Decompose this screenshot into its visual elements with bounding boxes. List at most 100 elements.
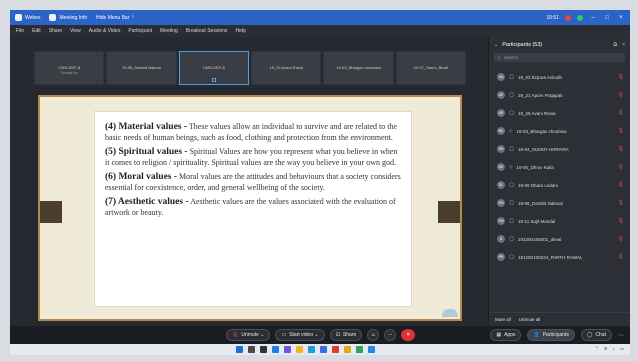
meeting-info-button[interactable]: Meeting Info (49, 14, 87, 21)
resize-handle-icon[interactable] (211, 78, 216, 82)
search-icon: ⌕ (498, 54, 501, 61)
avatar: SM (497, 217, 505, 225)
search-icon[interactable] (248, 346, 255, 353)
device-icon: ◯ (509, 92, 515, 97)
person-icon: 👤 (533, 332, 540, 338)
collapse-chevron-icon[interactable]: ⌄ (494, 42, 498, 48)
shared-slide: (4) Material values - These values allow… (38, 95, 462, 321)
device-icon: ◯ (509, 254, 515, 259)
file-explorer-icon[interactable] (296, 346, 303, 353)
controls-center: 🎙 Unmute ⌄ ▭ Start video ⌄ ⊡ Share ☺ ⋯ × (226, 329, 416, 341)
close-panel-icon[interactable]: × (622, 42, 625, 48)
menu-share[interactable]: Share (49, 28, 62, 34)
apps-button[interactable]: ▦ Apps (490, 329, 522, 341)
taskbar-apps (236, 346, 375, 353)
close-icon[interactable]: × (617, 15, 625, 21)
menu-view[interactable]: View (70, 28, 81, 34)
muted-mic-icon: 🎙 (617, 254, 624, 260)
menu-audio-video[interactable]: Audio & Video (89, 28, 121, 34)
widgets-icon[interactable] (272, 346, 279, 353)
unmute-button[interactable]: 🎙 Unmute ⌄ (226, 329, 271, 341)
participant-row[interactable]: DN ◯ 19-09_Darshit Nakrani 🎙 (489, 194, 630, 212)
clock-text: 10:51 (546, 14, 559, 21)
battery-icon[interactable]: ▭ (620, 346, 624, 352)
more-options-button[interactable]: ⋯ (384, 329, 397, 341)
menu-help[interactable]: Help (236, 28, 246, 34)
participant-row[interactable]: AP ◯ 19_21 Apurv Prajapati 🎙 (489, 86, 630, 104)
avatar: SH (497, 145, 505, 153)
share-icon: ⊡ (335, 332, 340, 338)
wifi-icon[interactable]: ≋ (604, 346, 608, 352)
slide-paragraph: (4) Material values - These values allow… (105, 122, 398, 142)
video-thumbnail[interactable]: CMS-DEF-8 Cereals Inc (34, 51, 105, 85)
store-icon[interactable] (320, 346, 327, 353)
device-icon: ◯ (509, 218, 515, 223)
start-video-button[interactable]: ▭ Start video ⌄ (275, 329, 325, 341)
menu-meeting[interactable]: Meeting (160, 28, 178, 34)
video-icon: ▭ (281, 332, 287, 338)
webex-window: Webex Meeting Info Hide Menu Bar ⌃ 10:51… (10, 10, 630, 355)
muted-mic-icon: 🎙 (617, 218, 624, 224)
hide-menu-bar-button[interactable]: Hide Menu Bar ⌃ (96, 15, 135, 21)
chat-app-icon[interactable] (284, 346, 291, 353)
controls-right: ▦ Apps 👤 Participants ◯ Chat ⋯ (490, 329, 624, 341)
smiley-icon: ☺ (370, 332, 376, 338)
mute-all-button[interactable]: Mute all (495, 317, 511, 322)
participant-row[interactable]: HA ◯ 19_03 hirpara Avirudh 🎙 (489, 68, 630, 86)
task-view-icon[interactable] (260, 346, 267, 353)
video-thumbnail[interactable]: 20-07_Sanni_Bhatt (395, 51, 466, 85)
unmute-all-button[interactable]: Unmute all (519, 317, 541, 322)
more-icon[interactable]: ⋯ (618, 332, 624, 339)
participant-row[interactable]: SM ◯ 19-11 Sujit Mandal 🎙 (489, 212, 630, 230)
participant-row[interactable]: PR ◯ 191200105024_PARTH RAWAL 🎙 (489, 248, 630, 266)
video-thumbnail-active[interactable]: CMS-DEF-8 (178, 51, 249, 85)
avatar: DL (497, 181, 505, 189)
webex-taskbar-icon[interactable] (356, 346, 363, 353)
video-thumbnail[interactable]: 19-05_Darshit Nakum (106, 51, 177, 85)
start-icon[interactable] (236, 346, 243, 353)
video-thumbnail[interactable]: 19-03_Bhargav choubisa (323, 51, 394, 85)
device-icon: ◯ (509, 110, 515, 115)
chevron-up-icon: ⌃ (130, 14, 135, 21)
menu-file[interactable]: File (16, 28, 24, 34)
volume-icon[interactable]: ♪ (612, 346, 614, 352)
slide-paragraph: (7) Aesthetic values - Aesthetic values … (105, 197, 396, 217)
menu-edit[interactable]: Edit (32, 28, 41, 34)
apps-icon: ▦ (496, 332, 502, 338)
slide-paragraph: (6) Moral values - Moral values are the … (105, 172, 401, 192)
participant-row[interactable]: D ◯ 191200105001_deval 🎙 (489, 230, 630, 248)
slide-decoration-right (438, 201, 460, 223)
participants-search-input[interactable]: ⌕ Search (494, 53, 625, 62)
os-taskbar: ⌃ ≋ ♪ ▭ (10, 344, 630, 355)
minimize-icon[interactable]: – (589, 15, 597, 21)
reactions-button[interactable]: ☺ (367, 329, 380, 341)
photos-icon[interactable] (368, 346, 375, 353)
popout-icon[interactable]: ⧉ (614, 42, 618, 48)
participant-row[interactable]: BC ◇ 19-03_Bhargav choubisa 🎙 (489, 122, 630, 140)
meeting-stage: CMS-DEF-8 Cereals Inc 19-05_Darshit Naku… (10, 37, 488, 326)
participant-row[interactable]: AR ◯ 19_25 Avani Raval 🎙 (489, 104, 630, 122)
participants-list: HA ◯ 19_03 hirpara Avirudh 🎙 AP ◯ 19_21 Apurv… (489, 68, 630, 266)
office-icon[interactable] (332, 346, 339, 353)
participant-row[interactable]: SH ◯ 19-04_SUNNY HIRPARA 🎙 (489, 140, 630, 158)
tray-chevron-icon[interactable]: ⌃ (595, 346, 599, 352)
avatar: AR (497, 109, 505, 117)
device-icon: ◯ (509, 74, 515, 79)
participant-row[interactable]: DL ◯ 19-09 Dhara Ledani 🎙 (489, 176, 630, 194)
device-icon: ◯ (509, 236, 515, 241)
menu-participant[interactable]: Participant (128, 28, 152, 34)
chrome-icon[interactable] (344, 346, 351, 353)
video-thumbnail-strip: CMS-DEF-8 Cereals Inc 19-05_Darshit Naku… (34, 51, 466, 85)
maximize-icon[interactable]: □ (603, 15, 611, 21)
app-name[interactable]: Webex (15, 14, 40, 21)
participant-row[interactable]: DK ◇ 19-05_Dhruv Kaila 🎙 (489, 158, 630, 176)
chat-button[interactable]: ◯ Chat (580, 329, 612, 341)
video-thumbnail[interactable]: 19_25 Avani Raval (250, 51, 322, 85)
share-button[interactable]: ⊡ Share (329, 329, 363, 341)
muted-mic-icon: 🎙 (617, 128, 624, 134)
edge-icon[interactable] (308, 346, 315, 353)
menu-breakout-sessions[interactable]: Breakout Sessions (186, 28, 228, 34)
avatar: PR (497, 253, 505, 261)
participants-button[interactable]: 👤 Participants (527, 329, 575, 341)
leave-meeting-button[interactable]: × (401, 329, 416, 341)
